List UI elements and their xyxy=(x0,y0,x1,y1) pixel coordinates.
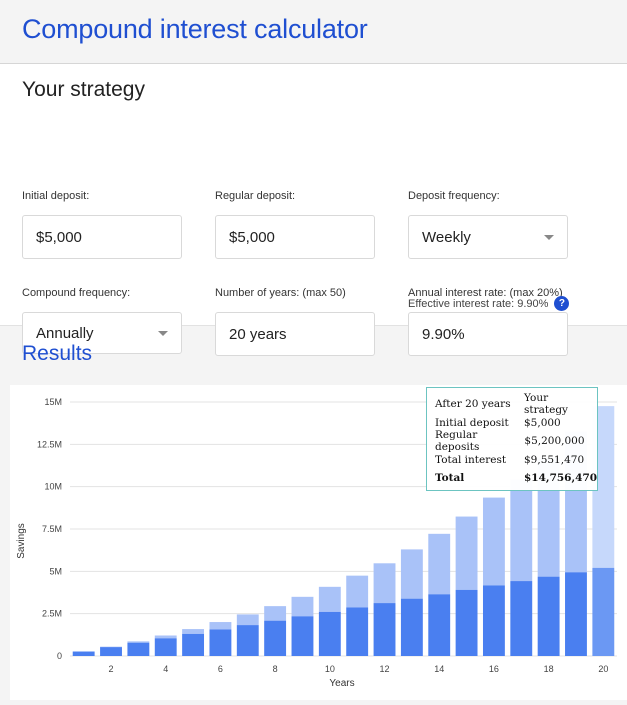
x-tick-label: 6 xyxy=(218,664,223,674)
tooltip-row-value: $5,200,000 xyxy=(524,435,589,447)
years-label: Number of years: (max 50) xyxy=(215,287,375,299)
initial-deposit-input[interactable] xyxy=(22,215,182,259)
bar-deposits[interactable] xyxy=(483,585,505,656)
interest-rate-input[interactable] xyxy=(408,312,568,356)
bar-deposits[interactable] xyxy=(428,594,450,656)
bar-deposits[interactable] xyxy=(401,599,423,656)
regular-deposit-label: Regular deposit: xyxy=(215,190,375,202)
bar-interest[interactable] xyxy=(319,587,341,612)
x-tick-label: 10 xyxy=(325,664,335,674)
y-tick-label: 15M xyxy=(44,397,62,407)
tooltip-row-label: Total interest xyxy=(435,454,506,466)
results-title: Results xyxy=(22,342,92,366)
tooltip-row-label: Initial deposit xyxy=(435,417,509,429)
tooltip-row: Total interest $9,551,470 xyxy=(435,451,589,470)
bar-interest[interactable] xyxy=(401,549,423,598)
bar-interest[interactable] xyxy=(237,614,259,625)
chart-tooltip: After 20 years Your strategy Initial dep… xyxy=(426,387,598,491)
deposit-frequency-select[interactable]: Weekly xyxy=(408,215,568,259)
tooltip-row-value: $9,551,470 xyxy=(524,454,589,466)
x-tick-label: 16 xyxy=(489,664,499,674)
strategy-panel: Your strategy Initial deposit: Regular d… xyxy=(0,64,627,326)
bar-deposits[interactable] xyxy=(538,577,560,656)
bar-deposits[interactable] xyxy=(182,634,204,656)
bar-deposits[interactable] xyxy=(264,621,286,656)
compound-frequency-label: Compound frequency: xyxy=(22,287,182,299)
bar-interest[interactable] xyxy=(483,498,505,586)
bar-deposits[interactable] xyxy=(456,590,478,656)
tooltip-row: Regular deposits $5,200,000 xyxy=(435,432,589,451)
x-tick-label: 8 xyxy=(273,664,278,674)
bar-deposits[interactable] xyxy=(127,643,149,656)
y-tick-label: 12.5M xyxy=(37,439,62,449)
bar-interest[interactable] xyxy=(374,563,396,603)
app-header: Compound interest calculator xyxy=(0,0,627,64)
help-icon[interactable]: ? xyxy=(554,296,569,311)
tooltip-row-value: $5,000 xyxy=(524,417,589,429)
x-tick-label: 2 xyxy=(109,664,114,674)
bar-deposits[interactable] xyxy=(510,581,532,656)
chevron-down-icon xyxy=(158,331,168,336)
x-tick-label: 4 xyxy=(163,664,168,674)
bar-deposits[interactable] xyxy=(292,616,314,656)
bar-deposits[interactable] xyxy=(319,612,341,656)
y-tick-label: 0 xyxy=(57,651,62,661)
bar-interest[interactable] xyxy=(346,576,368,608)
bar-interest[interactable] xyxy=(292,597,314,616)
years-field-group: Number of years: (max 50) xyxy=(215,287,375,356)
bar-deposits[interactable] xyxy=(73,652,95,656)
bar-interest[interactable] xyxy=(510,479,532,581)
deposit-frequency-value: Weekly xyxy=(422,229,471,246)
bar-deposits[interactable] xyxy=(100,647,122,656)
bar-deposits[interactable] xyxy=(155,638,177,656)
x-tick-label: 20 xyxy=(598,664,608,674)
bar-deposits[interactable] xyxy=(374,603,396,656)
deposit-frequency-field-group: Deposit frequency: Weekly xyxy=(408,190,568,259)
x-tick-label: 12 xyxy=(380,664,390,674)
bar-interest[interactable] xyxy=(127,641,149,642)
y-tick-label: 10M xyxy=(44,482,62,492)
years-input[interactable] xyxy=(215,312,375,356)
effective-rate-text: Effective interest rate: 9.90% xyxy=(408,298,548,310)
strategy-title: Your strategy xyxy=(22,78,145,102)
tooltip-header-right: Your strategy xyxy=(524,392,589,416)
bar-deposits[interactable] xyxy=(565,572,587,656)
bar-deposits[interactable] xyxy=(209,629,231,656)
y-axis-label: Savings xyxy=(16,523,27,559)
compound-frequency-value: Annually xyxy=(36,325,94,342)
bar-deposits[interactable] xyxy=(346,607,368,656)
effective-rate-note: Effective interest rate: 9.90% ? xyxy=(408,296,569,311)
x-tick-label: 14 xyxy=(434,664,444,674)
bar-interest[interactable] xyxy=(182,629,204,634)
bar-deposits[interactable] xyxy=(237,625,259,656)
bar-interest[interactable] xyxy=(264,606,286,621)
tooltip-total-row: Total $14,756,470 xyxy=(435,469,589,488)
tooltip-header-left: After 20 years xyxy=(435,398,511,410)
tooltip-total-label: Total xyxy=(435,472,464,484)
bar-interest[interactable] xyxy=(456,517,478,590)
bar-interest[interactable] xyxy=(155,636,177,639)
y-tick-label: 5M xyxy=(49,566,62,576)
bar-interest[interactable] xyxy=(428,534,450,594)
y-tick-label: 7.5M xyxy=(42,524,62,534)
tooltip-header: After 20 years Your strategy xyxy=(435,395,589,414)
x-tick-label: 18 xyxy=(544,664,554,674)
chevron-down-icon xyxy=(544,235,554,240)
initial-deposit-label: Initial deposit: xyxy=(22,190,182,202)
y-tick-label: 2.5M xyxy=(42,609,62,619)
regular-deposit-field-group: Regular deposit: xyxy=(215,190,375,259)
x-axis-label: Years xyxy=(329,678,354,689)
regular-deposit-input[interactable] xyxy=(215,215,375,259)
initial-deposit-field-group: Initial deposit: xyxy=(22,190,182,259)
tooltip-row-label: Regular deposits xyxy=(435,429,524,453)
bar-interest[interactable] xyxy=(209,622,231,629)
page-title: Compound interest calculator xyxy=(22,14,605,45)
deposit-frequency-label: Deposit frequency: xyxy=(408,190,568,202)
tooltip-total-value: $14,756,470 xyxy=(524,472,589,484)
bar-deposits[interactable] xyxy=(592,568,614,656)
